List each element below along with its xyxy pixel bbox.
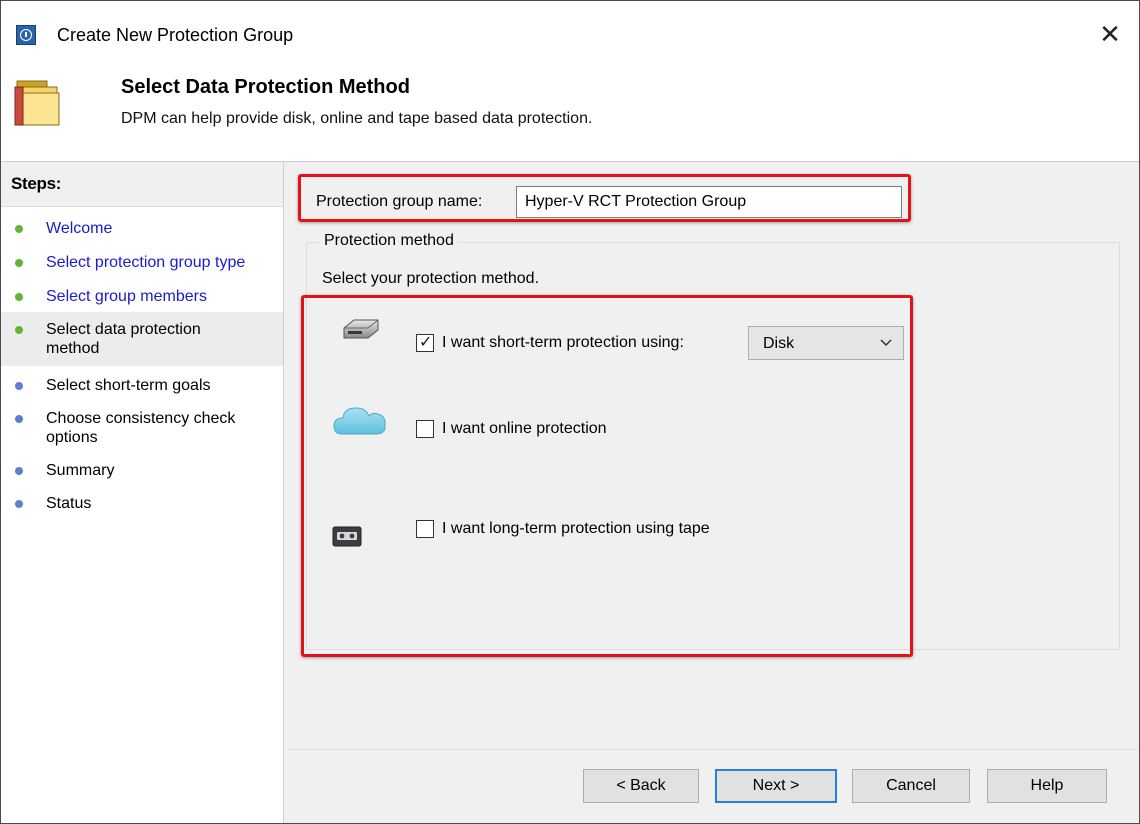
step-label: Select group members [46,288,207,305]
short-term-protection-checkbox[interactable]: ✓ [416,334,434,352]
short-term-media-dropdown[interactable]: Disk [748,326,904,360]
window-title: Create New Protection Group [57,25,294,45]
step-label: Select short-term goals [46,377,211,394]
group-name-input[interactable] [516,186,902,218]
step-status: Status [1,488,283,519]
step-label: Welcome [46,220,113,237]
dpm-app-icon [16,25,36,45]
close-button[interactable]: ✕ [1093,17,1127,51]
back-button[interactable]: < Back [583,769,699,803]
page-title: Select Data Protection Method [121,76,410,98]
help-button[interactable]: Help [987,769,1107,803]
tape-icon [332,526,362,547]
step-choose-consistency-check-options: Choose consistency check options [1,403,283,453]
short-term-protection-label: I want short-term protection using: [442,334,684,351]
step-label: Select data protection method [46,321,201,357]
tape-protection-label: I want long-term protection using tape [442,520,710,537]
protection-method-legend: Protection method [320,232,458,250]
step-status-dot-icon [15,415,23,423]
disk-drive-icon [343,319,379,339]
step-label: Choose consistency check options [46,410,236,446]
step-welcome[interactable]: Welcome [1,213,283,244]
next-button[interactable]: Next > [715,769,837,803]
step-label: Select protection group type [46,254,246,271]
group-name-label: Protection group name: [316,193,483,210]
title-bar: Create New Protection Group ✕ [1,1,1139,63]
protection-method-group [306,242,1120,650]
step-select-group-members[interactable]: Select group members [1,281,283,312]
step-status-dot-icon [15,293,23,301]
tape-protection-checkbox[interactable] [416,520,434,538]
chevron-down-icon [880,339,892,347]
step-summary: Summary [1,455,283,486]
dropdown-selected-value: Disk [763,335,795,352]
cancel-button[interactable]: Cancel [852,769,970,803]
step-status-dot-icon [15,225,23,233]
step-select-short-term-goals: Select short-term goals [1,370,283,401]
step-select-data-protection-method: Select data protection method [1,312,283,366]
close-icon: ✕ [1099,18,1121,49]
steps-sidebar: Steps: Welcome Select protection group t… [1,161,284,823]
wizard-header: Select Data Protection Method DPM can he… [1,63,1139,161]
folder-icon [14,80,60,126]
main-panel: Protection group name: Protection method… [284,161,1139,823]
step-status-dot-icon [15,500,23,508]
step-label: Status [46,495,92,512]
step-status-dot-icon [15,382,23,390]
step-status-dot-icon [15,467,23,475]
create-protection-group-window: Create New Protection Group ✕ Select Dat… [0,0,1140,824]
step-status-dot-icon [15,326,23,334]
checkmark-icon: ✓ [419,334,433,351]
steps-heading: Steps: [1,162,283,207]
step-select-protection-group-type[interactable]: Select protection group type [1,247,283,278]
step-label: Summary [46,462,115,479]
cloud-icon [333,407,386,435]
protection-method-instruction: Select your protection method. [322,270,540,287]
step-status-dot-icon [15,259,23,267]
page-description: DPM can help provide disk, online and ta… [121,110,593,127]
online-protection-label: I want online protection [442,420,607,437]
online-protection-checkbox[interactable] [416,420,434,438]
